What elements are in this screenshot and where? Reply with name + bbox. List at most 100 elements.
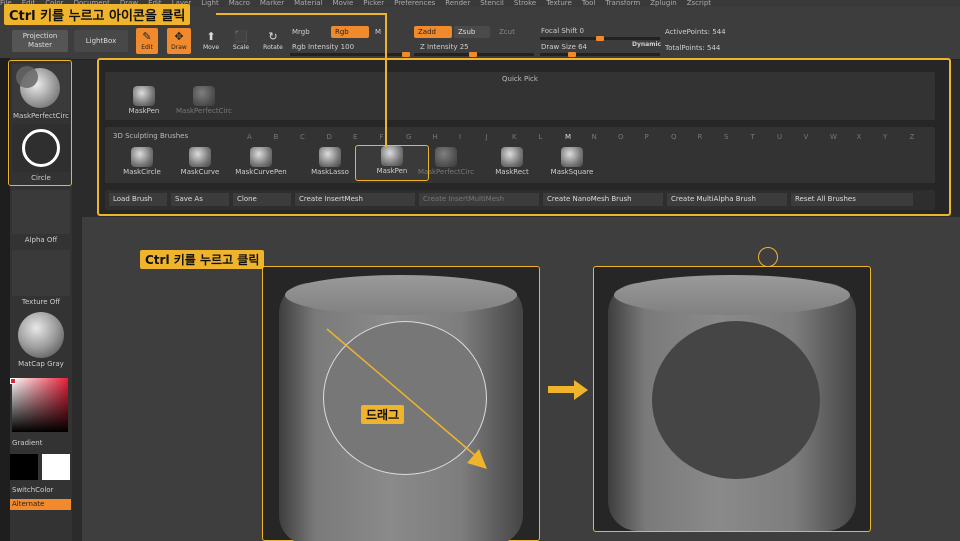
material-slot[interactable]	[12, 310, 70, 358]
brush-action-button[interactable]: Clone	[233, 193, 291, 206]
letter-filter[interactable]: A	[247, 133, 252, 141]
letter-filter[interactable]: C	[300, 133, 305, 141]
letter-filter[interactable]: R	[698, 133, 703, 141]
sculpt-brush[interactable]: MaskCurve	[171, 147, 229, 177]
secondary-color-swatch[interactable]	[42, 454, 70, 480]
brush-thumb-icon	[193, 86, 215, 106]
sculpt-brush[interactable]: MaskCircle	[113, 147, 171, 177]
letter-filter[interactable]: I	[459, 133, 461, 141]
alternate-button[interactable]: Alternate	[10, 499, 71, 510]
circle-stroke-icon	[22, 129, 60, 167]
zsub-toggle[interactable]: Zsub	[454, 26, 490, 38]
menu-item[interactable]: Zscript	[687, 0, 711, 7]
letter-filter[interactable]: V	[804, 133, 809, 141]
sculpt-brushes-section: 3D Sculpting Brushes A B C D E F G H I J K L M N O P Q R S…	[105, 127, 935, 183]
sculpt-brush[interactable]: MaskPerfectCirc	[417, 147, 475, 177]
main-color-swatch[interactable]	[10, 454, 38, 480]
draw-button[interactable]: ✥ Draw	[167, 28, 191, 54]
z-intensity-slider[interactable]	[414, 52, 534, 57]
sculpt-brush[interactable]: MaskRect	[483, 147, 541, 177]
menu-item[interactable]: Light	[201, 0, 218, 7]
zcut-toggle[interactable]: Zcut	[499, 28, 515, 36]
brush-action-button[interactable]: Create InsertMesh	[295, 193, 415, 206]
sculpt-brush[interactable]: MaskLasso	[301, 147, 359, 177]
material-label: MatCap Gray	[18, 360, 64, 368]
menu-item[interactable]: Material	[294, 0, 322, 7]
letter-filter[interactable]: W	[830, 133, 837, 141]
letter-filter[interactable]: T	[751, 133, 755, 141]
letter-filter[interactable]: U	[777, 133, 782, 141]
stroke-slot[interactable]	[12, 124, 70, 172]
draw-size-slider[interactable]	[540, 52, 660, 57]
sculpt-brush[interactable]: MaskSquare	[543, 147, 601, 177]
color-picker[interactable]	[10, 374, 72, 436]
draw-icon: ✥	[174, 30, 184, 43]
letter-filter[interactable]: J	[486, 133, 488, 141]
menu-item[interactable]: Zplugin	[650, 0, 676, 7]
letter-filter[interactable]: K	[512, 133, 517, 141]
rotate-button[interactable]: ↻ Rotate	[261, 28, 285, 54]
sculpt-brush[interactable]: MaskCurvePen	[229, 147, 293, 177]
letter-filter[interactable]: S	[724, 133, 728, 141]
menu-item[interactable]: Stroke	[514, 0, 536, 7]
menu-item[interactable]: Render	[445, 0, 470, 7]
letter-filter[interactable]: H	[433, 133, 438, 141]
rgb-intensity-slider[interactable]	[290, 52, 410, 57]
brush-action-button[interactable]: Save As	[171, 193, 229, 206]
letter-filter[interactable]: F	[380, 133, 384, 141]
menu-item[interactable]: Tool	[582, 0, 596, 7]
letter-filter[interactable]: Q	[671, 133, 677, 141]
move-button[interactable]: ⬆ Move	[200, 28, 222, 54]
letter-filter[interactable]: D	[327, 133, 332, 141]
letter-filter[interactable]: L	[539, 133, 543, 141]
menu-item[interactable]: Preferences	[394, 0, 435, 7]
brush-action-button[interactable]: Create NanoMesh Brush	[543, 193, 663, 206]
active-points-readout: ActivePoints: 544	[665, 28, 726, 36]
focal-shift-slider[interactable]	[540, 36, 660, 41]
menu-item[interactable]: Macro	[229, 0, 250, 7]
letter-filter[interactable]: N	[592, 133, 597, 141]
dynamic-toggle[interactable]: Dynamic	[632, 41, 661, 48]
zadd-toggle[interactable]: Zadd	[414, 26, 452, 38]
menu-item[interactable]: Texture	[546, 0, 572, 7]
mrgb-toggle[interactable]: Mrgb	[292, 28, 310, 36]
color-square[interactable]	[12, 378, 68, 432]
brush-action-button[interactable]: Reset All Brushes	[791, 193, 913, 206]
current-brush-slot[interactable]	[12, 64, 70, 112]
letter-filter[interactable]: Z	[910, 133, 915, 141]
projection-master-button[interactable]: Projection Master	[12, 30, 68, 52]
focal-shift-label: Focal Shift 0	[541, 27, 584, 35]
letter-filter[interactable]: M	[565, 133, 571, 141]
rgb-intensity-label: Rgb Intensity 100	[292, 43, 355, 51]
m-toggle[interactable]: M	[375, 28, 381, 36]
letter-filter[interactable]: E	[353, 133, 357, 141]
brush-action-button[interactable]: Create MultiAlpha Brush	[667, 193, 787, 206]
menu-item[interactable]: Movie	[333, 0, 354, 7]
letter-filter[interactable]: Y	[883, 133, 887, 141]
letter-filter[interactable]: P	[645, 133, 649, 141]
alpha-slot[interactable]	[12, 190, 70, 234]
letter-filter[interactable]: O	[618, 133, 624, 141]
menu-item[interactable]: Marker	[260, 0, 284, 7]
quick-pick-brush[interactable]: MaskPerfectCirc	[175, 86, 233, 116]
quick-pick-brush[interactable]: MaskPen	[115, 86, 173, 116]
brush-thumb-icon	[189, 147, 211, 167]
brush-label: MaskCurve	[180, 168, 220, 176]
edit-button[interactable]: ✎ Edit	[136, 28, 158, 54]
brush-action-button[interactable]: Load Brush	[109, 193, 167, 206]
lightbox-button[interactable]: LightBox	[74, 30, 128, 52]
letter-filter[interactable]: X	[857, 133, 862, 141]
letter-filter[interactable]: B	[274, 133, 279, 141]
letter-filter[interactable]: G	[406, 133, 411, 141]
switch-color-button[interactable]: SwitchColor	[10, 486, 72, 494]
menu-item[interactable]: Stencil	[480, 0, 504, 7]
brush-action-button[interactable]: Create InsertMultiMesh	[419, 193, 539, 206]
scale-button[interactable]: ⬛ Scale	[230, 28, 252, 54]
left-tray: MaskPerfectCirc Circle Alpha Off Texture…	[8, 58, 72, 541]
texture-slot[interactable]	[12, 250, 70, 296]
rgb-toggle[interactable]: Rgb	[331, 26, 369, 38]
canvas-instruction-tag: Ctrl 키를 누르고 클릭	[140, 250, 265, 269]
alphabet-filter[interactable]: A B C D E F G H I J K L M N O P Q R S T U V W X Y Z	[247, 133, 937, 143]
menu-item[interactable]: Picker	[363, 0, 384, 7]
menu-item[interactable]: Transform	[605, 0, 640, 7]
